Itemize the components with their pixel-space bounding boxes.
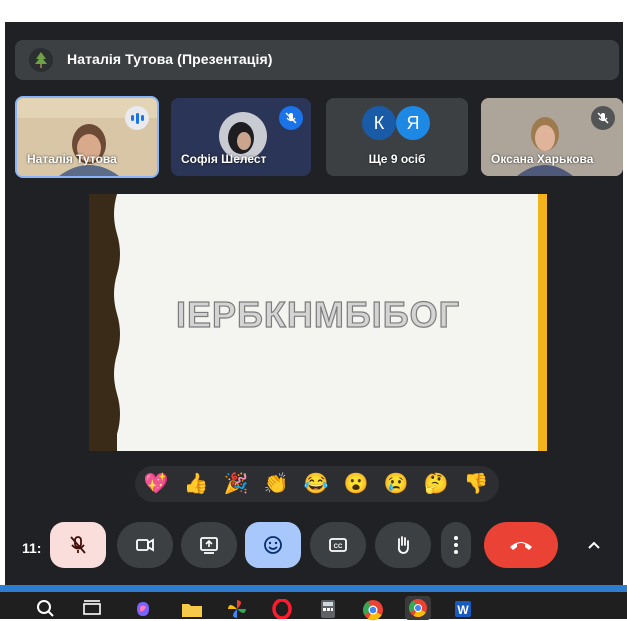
speaking-indicator-icon — [125, 106, 149, 130]
captions-button[interactable]: CC — [310, 522, 366, 568]
file-explorer-icon[interactable] — [181, 599, 203, 619]
reaction-heart[interactable]: 💖 — [143, 471, 169, 497]
presentation-title: Наталія Тутова (Презентація) — [67, 51, 273, 67]
reaction-thumbs-up[interactable]: 👍 — [183, 471, 209, 497]
camera-icon — [136, 538, 154, 552]
raise-hand-button[interactable] — [375, 522, 431, 568]
tree-avatar-icon — [29, 48, 53, 72]
mic-toggle-button[interactable] — [50, 522, 106, 568]
taskbar-accent-strip — [0, 585, 627, 592]
participant-name: Наталія Тутова — [27, 152, 117, 166]
reaction-party[interactable]: 🎉 — [223, 471, 249, 497]
present-button[interactable] — [181, 522, 237, 568]
end-call-button[interactable] — [484, 522, 558, 568]
participant-name: Оксана Харькова — [491, 152, 594, 166]
participant-tile[interactable]: Наталія Тутова — [15, 96, 159, 178]
raise-hand-icon — [397, 536, 409, 554]
chrome-icon[interactable] — [362, 599, 384, 621]
present-screen-icon — [200, 537, 218, 554]
svg-text:W: W — [457, 603, 469, 617]
participant-tile[interactable]: Софія Шелест — [171, 98, 311, 176]
search-icon[interactable] — [36, 599, 56, 619]
reaction-surprised[interactable]: 😮 — [343, 471, 369, 497]
presentation-slide: ІЕРБКНМБІБОГ — [89, 194, 547, 451]
copilot-icon[interactable] — [133, 599, 153, 619]
participant-tile[interactable]: Оксана Харькова — [481, 98, 623, 176]
reaction-sad[interactable]: 😢 — [383, 471, 409, 497]
task-view-icon[interactable] — [82, 599, 102, 619]
avatar: Я — [396, 106, 430, 140]
reactions-bar: 💖 👍 🎉 👏 😂 😮 😢 🤔 👎 — [135, 466, 499, 502]
more-options-icon — [454, 536, 458, 554]
reaction-thumbs-down[interactable]: 👎 — [463, 471, 489, 497]
more-options-button[interactable] — [441, 522, 471, 568]
presentation-bar: Наталія Тутова (Презентація) — [15, 40, 619, 80]
pinwheel-icon[interactable] — [227, 599, 247, 619]
word-icon[interactable]: W — [453, 599, 473, 619]
participant-name: Софія Шелест — [181, 152, 267, 166]
mic-muted-icon — [591, 106, 615, 130]
reaction-laugh[interactable]: 😂 — [303, 471, 329, 497]
expand-button[interactable] — [579, 522, 609, 568]
avatar: К — [362, 106, 396, 140]
meet-window: Наталія Тутова (Презентація) Наталія Тут… — [5, 22, 623, 585]
emoji-reactions-button[interactable] — [245, 522, 301, 568]
windows-taskbar: W — [0, 585, 627, 621]
slide-text: ІЕРБКНМБІБОГ — [175, 293, 461, 335]
chrome-active-icon[interactable] — [405, 596, 431, 620]
camera-toggle-button[interactable] — [117, 522, 173, 568]
opera-icon[interactable] — [272, 599, 292, 619]
chevron-up-icon — [588, 541, 600, 549]
meeting-time: 11: — [22, 540, 42, 556]
reaction-clap[interactable]: 👏 — [263, 471, 289, 497]
calculator-icon[interactable] — [318, 599, 338, 619]
reaction-thinking[interactable]: 🤔 — [423, 471, 449, 497]
more-participants-tile[interactable]: К Я Ще 9 осіб — [326, 98, 468, 176]
emoji-icon — [264, 536, 282, 554]
svg-text:CC: CC — [334, 544, 343, 550]
more-participants-label: Ще 9 осіб — [368, 152, 426, 166]
end-call-icon — [510, 542, 532, 550]
mic-off-icon — [70, 536, 86, 554]
mic-muted-icon — [279, 106, 303, 130]
captions-icon: CC — [329, 538, 347, 552]
